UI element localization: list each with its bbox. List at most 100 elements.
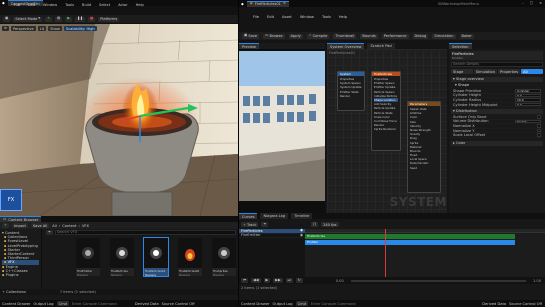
simulation-button[interactable]: Simulation: [432, 33, 456, 39]
fps-dropdown[interactable]: 240 fps: [321, 222, 339, 227]
close-window-icon[interactable]: ×: [539, 1, 542, 6]
property-value[interactable]: Distrib: [515, 119, 541, 124]
import-button[interactable]: Import: [11, 223, 28, 228]
subsection-header[interactable]: ▾ Shape: [451, 83, 543, 88]
filter-button[interactable]: ⏷: [46, 230, 53, 235]
property-value[interactable]: 0.0: [515, 102, 541, 107]
cmd-dropdown[interactable]: Cmd: [56, 301, 69, 306]
property-value[interactable]: 0.0: [515, 93, 541, 98]
asset-tile[interactable]: FireSpritesNiagara System: [212, 238, 236, 276]
property-checkbox[interactable]: [537, 124, 541, 128]
menu-asset[interactable]: Asset: [282, 15, 292, 19]
asset-tile[interactable]: FireParticles02Niagara System: [178, 238, 202, 276]
preview-viewport[interactable]: [239, 51, 325, 201]
preview-tab[interactable]: Preview: [239, 43, 259, 49]
output-log-button[interactable]: Output Log: [34, 302, 54, 306]
add-track-button[interactable]: + Track: [241, 222, 259, 227]
content-drawer-button[interactable]: Content Drawer: [2, 302, 31, 306]
stage-row[interactable]: Render: [340, 94, 362, 98]
performance-button[interactable]: Performance: [381, 33, 409, 39]
selection-tab[interactable]: Selection: [449, 43, 472, 49]
menu-edit[interactable]: Edit: [28, 3, 35, 7]
menu-help[interactable]: Help: [339, 15, 347, 19]
asset-search-input[interactable]: Search VFX: [54, 230, 236, 235]
filter-button[interactable]: ⏷: [261, 222, 269, 227]
play-button[interactable]: ▶: [263, 278, 271, 283]
source-control-button[interactable]: Source Control Off: [162, 302, 195, 306]
bounds-button[interactable]: Bounds: [360, 33, 378, 39]
save-button[interactable]: ▣: [3, 16, 11, 22]
skip-end-button[interactable]: ⏭: [285, 278, 293, 283]
emitter-track-bar[interactable]: FireParticles: [305, 234, 515, 239]
asset-tile-selected[interactable]: FireParticles01Niagara System: [143, 237, 169, 277]
close-icon[interactable]: ×: [283, 2, 286, 6]
content-drawer-button[interactable]: Content Drawer: [241, 302, 270, 306]
output-log-button[interactable]: Output Log: [273, 302, 293, 306]
menu-file[interactable]: File: [253, 15, 259, 19]
play-button[interactable]: ▶: [65, 16, 73, 22]
derived-data-button[interactable]: Derived Data: [482, 302, 506, 306]
browse-button[interactable]: ▭ Browse: [263, 33, 285, 39]
skip-start-button[interactable]: ⏮: [241, 278, 249, 283]
filter-all[interactable]: All: [521, 69, 544, 74]
menu-help[interactable]: Help: [136, 3, 144, 7]
compile-button[interactable]: ✓ Compile: [306, 33, 330, 39]
section-header[interactable]: ▾ Stage overview: [451, 77, 543, 82]
property-value[interactable]: 10.0: [515, 98, 541, 102]
menu-build[interactable]: Build: [82, 3, 91, 7]
collections-label[interactable]: + Collections: [2, 290, 26, 294]
source-control-button[interactable]: Source Control Off: [509, 302, 542, 306]
viewport-menu-button[interactable]: ≡: [2, 26, 9, 31]
step-forward-button[interactable]: ▶▶: [273, 278, 283, 283]
save-all-button[interactable]: Save All: [30, 223, 50, 228]
menu-file[interactable]: File: [14, 3, 20, 7]
property-checkbox[interactable]: [537, 133, 541, 137]
menu-edit[interactable]: Edit: [267, 15, 274, 19]
time-scrubber[interactable]: [350, 279, 526, 282]
filter-simulation[interactable]: Simulation: [473, 69, 497, 74]
snap-button[interactable]: ⋂: [311, 222, 319, 227]
menu-window[interactable]: Window: [300, 15, 314, 19]
graph-canvas[interactable]: FireParticles01 System Properties System…: [327, 49, 447, 213]
level-viewport[interactable]: ≡ Perspective Lit Show Scalability: High…: [0, 24, 238, 216]
select-mode-dropdown[interactable]: Select Mode ▾: [13, 16, 43, 22]
property-value[interactable]: Cylinder: [515, 89, 541, 93]
curves-tab[interactable]: Curves: [239, 213, 258, 219]
filter-stage[interactable]: Stage: [451, 69, 473, 74]
property-checkbox[interactable]: [537, 115, 541, 119]
system-track-bar[interactable]: Emitter: [305, 240, 515, 245]
track-row[interactable]: FireEmitter ◉: [239, 233, 305, 239]
derived-data-button[interactable]: Derived Data: [135, 302, 159, 306]
tree-item-plugins[interactable]: ▪ Plugins: [2, 273, 39, 277]
debug-button[interactable]: Debug: [412, 33, 429, 39]
section-header[interactable]: ▾ Distribution: [451, 109, 543, 114]
details-search-input[interactable]: Search Details: [451, 62, 543, 67]
playhead[interactable]: [385, 229, 386, 277]
breadcrumb-content[interactable]: Content: [62, 224, 76, 228]
asset-tile[interactable]: FireEmitterNiagara Emitter: [76, 238, 100, 276]
niagara-log-tab[interactable]: Niagara Log: [260, 213, 289, 219]
time-ruler[interactable]: [305, 229, 545, 233]
emitter-row[interactable]: Sprite Renderer: [374, 127, 398, 131]
asset-tile[interactable]: FireParticlesNiagara System: [110, 238, 134, 276]
pause-button[interactable]: ❚❚: [75, 16, 85, 22]
save-button[interactable]: ▣ Save: [242, 33, 260, 39]
baker-button[interactable]: Baker: [459, 33, 474, 39]
eye-icon[interactable]: ◉: [300, 233, 303, 238]
scalability-warning[interactable]: Scalability: High: [63, 26, 97, 31]
console-input[interactable]: Enter Console Command: [72, 302, 132, 306]
breadcrumb-vfx[interactable]: VFX: [82, 224, 89, 228]
param-row[interactable]: Seed: [410, 166, 438, 170]
filter-properties[interactable]: Properties: [498, 69, 521, 74]
menu-tools[interactable]: Tools: [65, 3, 74, 7]
add-actor-button[interactable]: +: [45, 16, 53, 22]
menu-select[interactable]: Select: [99, 3, 110, 7]
parameters-node[interactable]: Parameters Spawn Rate Lifetime Color Siz…: [407, 101, 441, 193]
menu-window[interactable]: Window: [43, 3, 57, 7]
property-checkbox[interactable]: [537, 128, 541, 133]
blueprints-button[interactable]: ▤: [55, 16, 63, 22]
stage-row[interactable]: System Update: [340, 85, 362, 89]
apply-button[interactable]: Apply: [288, 33, 303, 39]
add-button[interactable]: +: [2, 223, 9, 228]
perspective-button[interactable]: Perspective: [10, 26, 36, 31]
